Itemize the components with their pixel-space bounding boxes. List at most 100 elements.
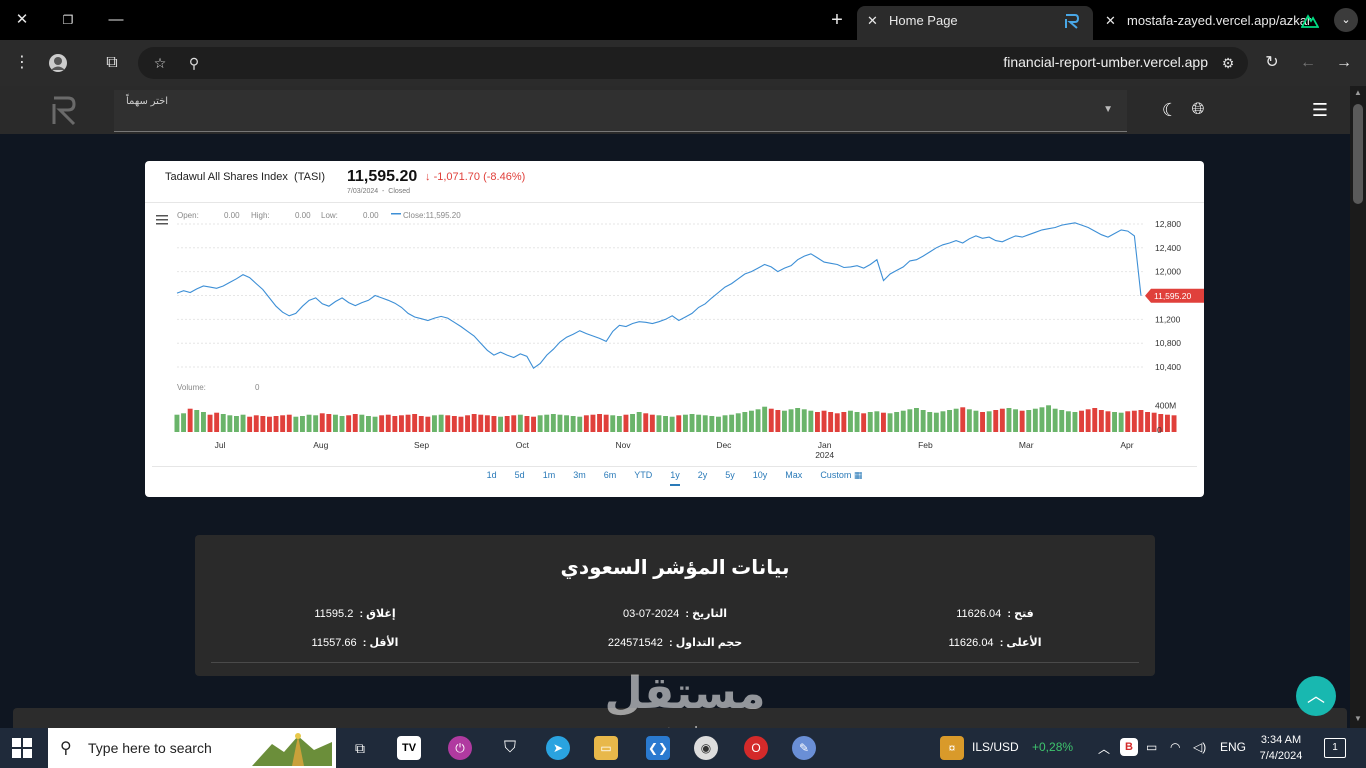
dark-mode-toggle-icon[interactable]: ☾ xyxy=(1158,98,1182,122)
range-max[interactable]: Max xyxy=(785,470,802,484)
stock-select[interactable]: اختر سهماً ▼ xyxy=(114,90,1127,132)
system-clock[interactable]: 3:34 AM 7/4/2024 xyxy=(1256,732,1306,764)
browser-menu-icon[interactable]: ⋮ xyxy=(10,51,34,75)
notification-center-icon[interactable]: 1 xyxy=(1324,738,1346,758)
tab-home-page[interactable]: ✕ Home Page xyxy=(857,6,1093,40)
tradingview-app-icon[interactable]: TV xyxy=(397,736,421,760)
close-field: إغلاق : 11595.2 xyxy=(195,607,515,620)
bookmark-star-icon[interactable]: ☆ xyxy=(148,51,172,75)
date-field: التاريخ : 2024-07-03 xyxy=(515,607,835,620)
range-6m[interactable]: 6m xyxy=(604,470,617,484)
windows-start-icon[interactable] xyxy=(12,738,32,758)
scroll-to-top-button[interactable]: ︿ xyxy=(1296,676,1336,716)
range-10y[interactable]: 10y xyxy=(753,470,768,484)
divider xyxy=(211,662,1139,663)
field-value: 11626.04 xyxy=(956,608,1002,620)
hamburger-menu-icon[interactable]: ☰ xyxy=(1308,98,1332,122)
volume-bar xyxy=(768,408,774,432)
site-settings-icon[interactable]: ⚙ xyxy=(1216,51,1240,75)
close-window-icon[interactable]: ✕ xyxy=(10,8,34,32)
taskbar-search-box[interactable]: ⚲ Type here to search xyxy=(48,728,336,768)
range-5d[interactable]: 5d xyxy=(515,470,525,484)
chrome-icon[interactable]: ◉ xyxy=(694,736,718,760)
volume-bar xyxy=(359,414,365,432)
url-text[interactable]: financial-report-umber.vercel.app xyxy=(1003,54,1208,70)
paint-app-icon[interactable]: ✎ xyxy=(792,736,816,760)
vscode-icon[interactable]: ❮❯ xyxy=(646,736,670,760)
task-view-icon[interactable]: ⧉ xyxy=(348,736,372,760)
battery-icon[interactable]: ▭ xyxy=(1146,740,1157,754)
volume-bar xyxy=(610,415,616,432)
price-chart[interactable]: Open: 0.00 High: 0.00 Low: 0.00 Close:11… xyxy=(145,203,1204,469)
volume-bar xyxy=(253,415,259,432)
scrollbar-thumb[interactable] xyxy=(1353,104,1363,204)
volume-bar xyxy=(709,416,715,432)
chart-menu-icon[interactable] xyxy=(156,215,168,225)
volume-bar xyxy=(458,416,464,432)
security-shield-icon[interactable]: ⛉ xyxy=(498,736,522,760)
volume-bar xyxy=(590,414,596,432)
volume-bar xyxy=(471,414,477,432)
profile-menu-icon[interactable]: ⌄ xyxy=(1334,8,1358,32)
tray-overflow-icon[interactable]: ︿ xyxy=(1098,740,1110,757)
range-5y[interactable]: 5y xyxy=(725,470,735,484)
range-1y[interactable]: 1y xyxy=(670,470,680,486)
volume-bar xyxy=(1085,409,1091,432)
forward-icon[interactable]: → xyxy=(1332,51,1356,75)
app-logo-icon[interactable] xyxy=(48,94,78,128)
profile-avatar-icon[interactable] xyxy=(46,51,70,75)
scroll-up-icon[interactable]: ▲ xyxy=(1350,88,1366,97)
language-globe-icon[interactable]: 🌐︎ xyxy=(1186,98,1210,122)
change-value: -1,071.70 xyxy=(433,171,481,183)
volume-bar xyxy=(735,413,741,432)
index-data-title: بيانات المؤشر السعودي xyxy=(560,557,790,579)
range-3m[interactable]: 3m xyxy=(573,470,586,484)
wifi-icon[interactable]: ◠ xyxy=(1170,740,1180,754)
volume-bar xyxy=(319,413,325,432)
minimize-window-icon[interactable]: — xyxy=(104,8,128,32)
volume-bar xyxy=(973,410,979,432)
scroll-down-icon[interactable]: ▼ xyxy=(1350,714,1366,723)
power-app-icon[interactable]: ⏻ xyxy=(448,736,472,760)
volume-bar xyxy=(1026,410,1032,432)
volume-bar xyxy=(643,413,649,432)
address-bar[interactable]: ☆ ⚲ financial-report-umber.vercel.app ⚙ xyxy=(138,47,1248,79)
browser-tab-bar: ✕ ❐ — + ✕ Home Page ✕ mostafa-zayed.verc… xyxy=(0,0,1366,40)
range-1d[interactable]: 1d xyxy=(487,470,497,484)
tab-azkar[interactable]: ✕ mostafa-zayed.vercel.app/azkar xyxy=(1095,6,1327,40)
ohlc-high-label: High: xyxy=(251,211,270,220)
volume-bar xyxy=(1151,412,1157,432)
reload-icon[interactable]: ↻ xyxy=(1260,51,1284,75)
currency-change[interactable]: +0,28% xyxy=(1032,740,1073,754)
tray-app-icon[interactable]: B xyxy=(1120,738,1138,756)
page-scrollbar[interactable]: ▲ ▼ xyxy=(1350,86,1366,728)
range-custom[interactable]: Custom ▦ xyxy=(820,470,862,485)
range-ytd[interactable]: YTD xyxy=(634,470,652,484)
close-tab-icon[interactable]: ✕ xyxy=(1105,6,1116,36)
volume-bar xyxy=(484,415,490,432)
input-language[interactable]: ENG xyxy=(1220,740,1246,754)
volume-bar xyxy=(821,410,827,432)
volume-bar xyxy=(577,416,583,432)
opera-icon[interactable]: O xyxy=(744,736,768,760)
volume-bar xyxy=(326,414,332,432)
volume-bar xyxy=(927,412,933,432)
volume-bar xyxy=(214,412,220,432)
y-tick-label: 12,000 xyxy=(1155,267,1181,277)
restore-window-icon[interactable]: ❐ xyxy=(56,8,80,32)
telegram-icon[interactable]: ➤ xyxy=(546,736,570,760)
range-1m[interactable]: 1m xyxy=(543,470,556,484)
back-icon[interactable]: ← xyxy=(1296,51,1320,75)
file-explorer-icon[interactable]: ▭ xyxy=(594,736,618,760)
y-tick-label: 11,200 xyxy=(1155,314,1181,324)
volume-bar xyxy=(491,416,497,432)
range-2y[interactable]: 2y xyxy=(698,470,708,484)
ohlc-low-label: Low: xyxy=(321,211,338,220)
volume-bar xyxy=(333,414,338,432)
volume-icon[interactable]: ◁) xyxy=(1193,740,1206,754)
volume-bar xyxy=(1118,412,1124,432)
extensions-icon[interactable]: ⧉ xyxy=(100,51,124,75)
new-tab-button[interactable]: + xyxy=(826,8,848,32)
close-tab-icon[interactable]: ✕ xyxy=(867,6,878,36)
currency-pair[interactable]: ILS/USD xyxy=(972,740,1019,754)
